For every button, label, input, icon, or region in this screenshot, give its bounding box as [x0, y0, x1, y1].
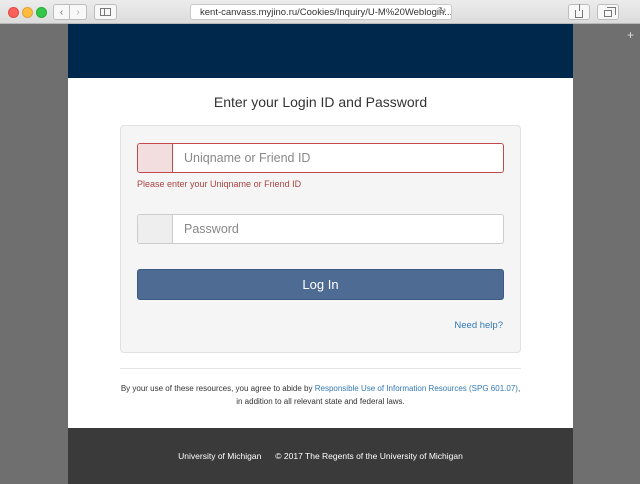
username-error: Please enter your Uniqname or Friend ID: [137, 179, 302, 189]
footer-copyright: © 2017 The Regents of the University of …: [275, 451, 463, 461]
responsible-use-link[interactable]: Responsible Use of Information Resources…: [315, 384, 518, 393]
back-button[interactable]: ‹: [53, 4, 70, 20]
need-help-link[interactable]: Need help?: [454, 320, 503, 331]
login-button[interactable]: Log In: [137, 269, 504, 300]
username-field: [137, 143, 504, 173]
username-input[interactable]: [173, 144, 503, 172]
page-title: Enter your Login ID and Password: [213, 94, 428, 110]
footer-university: University of Michigan: [178, 451, 262, 461]
close-window-icon[interactable]: [8, 7, 19, 18]
share-icon: [575, 4, 583, 18]
footer: University of Michigan © 2017 The Regent…: [68, 428, 573, 484]
minimize-window-icon[interactable]: [22, 7, 33, 18]
tabs-icon: [604, 6, 616, 17]
browser-toolbar: ‹ › kent-canvass.myjino.ru/Cookies/Inqui…: [0, 0, 640, 24]
password-field: [137, 214, 504, 244]
terms-text: By your use of these resources, you agre…: [120, 382, 521, 408]
sidebar-icon: [100, 8, 111, 16]
zoom-window-icon[interactable]: [36, 7, 47, 18]
terms-prefix: By your use of these resources, you agre…: [120, 384, 315, 393]
user-icon: [138, 144, 173, 172]
sidebar-toggle-button[interactable]: [94, 4, 117, 20]
divider: [120, 368, 521, 369]
new-tab-icon[interactable]: +: [627, 28, 634, 42]
forward-button[interactable]: ›: [70, 4, 87, 20]
share-button[interactable]: [568, 4, 590, 20]
login-panel: Please enter your Uniqname or Friend ID …: [120, 125, 521, 353]
chevron-left-icon: ‹: [59, 6, 64, 18]
tab-overview-button[interactable]: [597, 4, 619, 20]
login-page: Enter your Login ID and Password Please …: [68, 24, 573, 484]
chevron-right-icon: ›: [76, 6, 80, 18]
reload-icon[interactable]: ↻: [438, 4, 446, 20]
lock-icon: [138, 215, 173, 243]
address-url: kent-canvass.myjino.ru/Cookies/Inquiry/U…: [200, 6, 452, 18]
password-input[interactable]: [173, 215, 503, 243]
address-bar[interactable]: kent-canvass.myjino.ru/Cookies/Inquiry/U…: [190, 4, 452, 20]
header-band: [68, 24, 573, 78]
